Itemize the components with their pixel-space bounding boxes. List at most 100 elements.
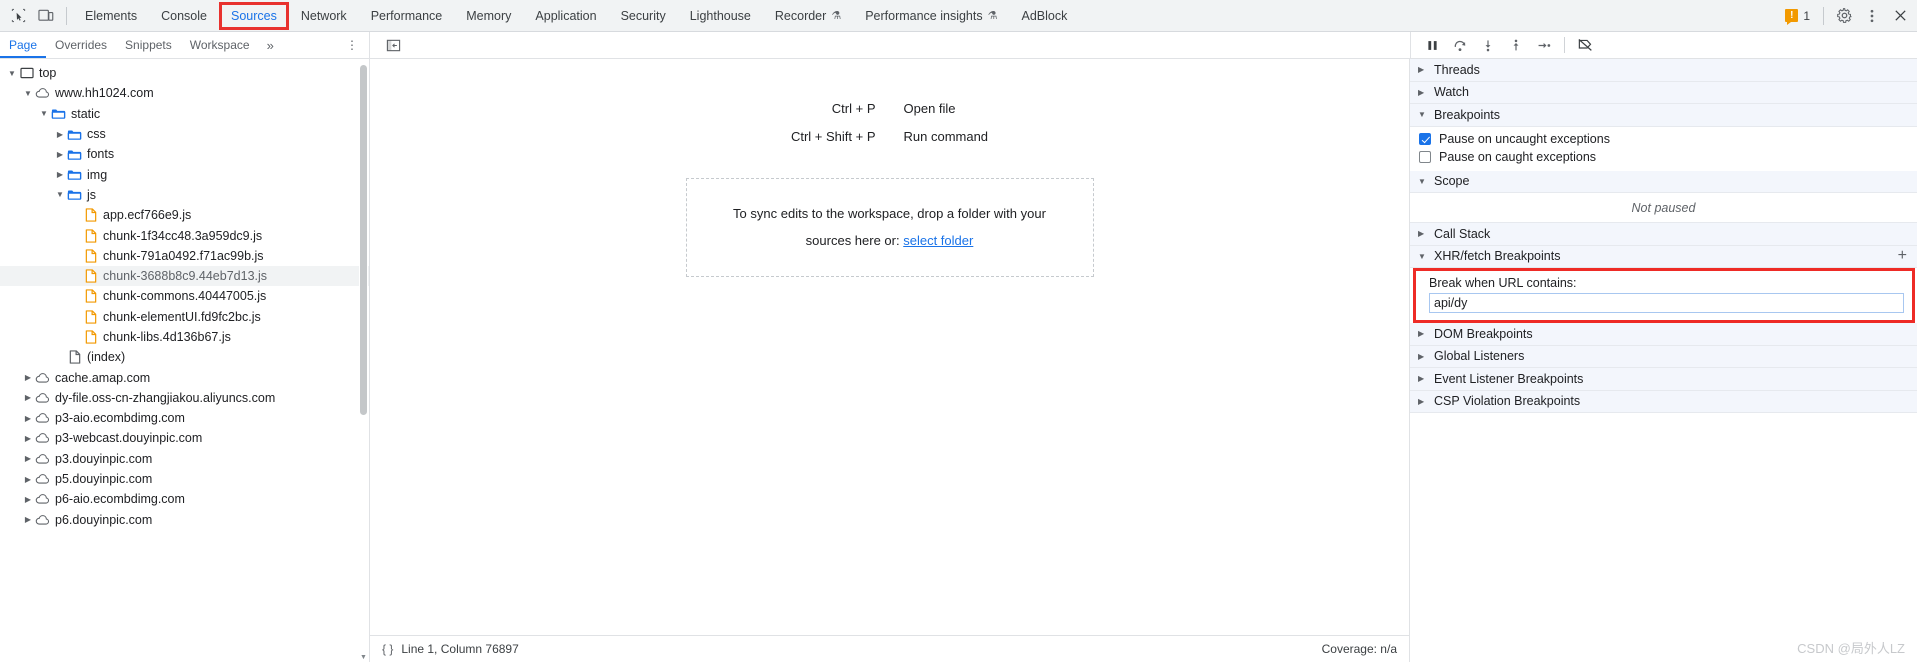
tab-performance-insights[interactable]: Performance insights ⚗ — [853, 0, 1009, 31]
section-csp-violation-breakpoints[interactable]: ▶ CSP Violation Breakpoints — [1410, 390, 1917, 413]
step-over-button[interactable] — [1447, 33, 1473, 57]
tree-item[interactable]: chunk-3688b8c9.44eb7d13.js — [0, 265, 369, 287]
tree-item[interactable]: (index) — [0, 347, 369, 367]
js-file-icon — [82, 330, 99, 344]
pause-on-caught-exceptions-checkbox[interactable] — [1419, 151, 1431, 164]
section-scope[interactable]: ▼ Scope — [1410, 170, 1917, 193]
tree-item[interactable]: ▶ fonts — [0, 144, 369, 164]
tab-sources[interactable]: Sources — [218, 1, 289, 30]
tree-item[interactable]: chunk-elementUI.fd9fc2bc.js — [0, 307, 369, 327]
chevron-right-icon[interactable]: ▶ — [22, 454, 34, 463]
tab-recorder[interactable]: Recorder ⚗ — [763, 0, 853, 31]
kebab-menu-icon[interactable] — [1859, 3, 1885, 29]
tree-item[interactable]: chunk-1f34cc48.3a959dc9.js — [0, 225, 369, 245]
tree-item[interactable]: ▶ p6-aio.ecombdimg.com — [0, 489, 369, 509]
chevron-right-icon[interactable]: ▶ — [22, 393, 34, 402]
step-button[interactable] — [1531, 33, 1557, 57]
tab-security[interactable]: Security — [609, 0, 678, 31]
deactivate-breakpoints-icon[interactable] — [1572, 33, 1598, 57]
chevron-right-icon: ▶ — [1418, 329, 1425, 339]
tree-item[interactable]: ▼ static — [0, 104, 369, 124]
js-file-icon — [82, 289, 99, 304]
more-navigator-tabs-icon[interactable]: » — [259, 38, 282, 53]
chevron-right-icon[interactable]: ▶ — [22, 495, 34, 504]
section-global-listeners[interactable]: ▶ Global Listeners — [1410, 345, 1917, 368]
chevron-down-icon[interactable]: ▼ — [22, 89, 34, 98]
scrollbar-thumb[interactable] — [360, 65, 367, 415]
workspace-dropzone[interactable]: To sync edits to the workspace, drop a f… — [685, 178, 1094, 278]
pause-on-caught-exceptions-row[interactable]: Pause on caught exceptions — [1410, 148, 1917, 167]
warning-count-badge[interactable]: ! 1 — [1779, 9, 1816, 25]
add-xhr-breakpoint-icon[interactable]: + — [1898, 248, 1907, 264]
pause-script-execution-button[interactable] — [1419, 33, 1445, 57]
chevron-right-icon[interactable]: ▶ — [22, 515, 34, 524]
step-out-button[interactable] — [1503, 33, 1529, 57]
tree-item[interactable]: ▶ dy-file.oss-cn-zhangjiakou.aliyuncs.com — [0, 388, 369, 408]
tree-item[interactable]: ▶ p5.douyinpic.com — [0, 469, 369, 489]
show-navigator-icon[interactable] — [380, 33, 406, 57]
chevron-right-icon[interactable]: ▶ — [22, 414, 34, 423]
section-threads[interactable]: ▶ Threads — [1410, 59, 1917, 82]
pretty-print-icon[interactable]: { } — [382, 642, 393, 656]
pause-on-uncaught-exceptions-row[interactable]: Pause on uncaught exceptions — [1410, 130, 1917, 149]
tree-item[interactable]: chunk-libs.4d136b67.js — [0, 327, 369, 347]
tab-label: Sources — [230, 8, 277, 23]
tab-label: Elements — [85, 8, 138, 23]
xhr-url-input[interactable] — [1429, 293, 1904, 313]
step-into-button[interactable] — [1475, 33, 1501, 57]
tree-item[interactable]: ▶ p6.douyinpic.com — [0, 510, 369, 530]
chevron-down-icon[interactable]: ▼ — [6, 69, 18, 78]
inspect-element-icon[interactable] — [4, 3, 32, 29]
tree-item[interactable]: ▼ js — [0, 185, 369, 205]
tab-network[interactable]: Network — [289, 0, 359, 31]
tree-item[interactable]: ▶ p3.douyinpic.com — [0, 449, 369, 469]
section-breakpoints[interactable]: ▼ Breakpoints — [1410, 104, 1917, 127]
chevron-right-icon[interactable]: ▶ — [22, 434, 34, 443]
tree-item[interactable]: ▶ p3-webcast.douyinpic.com — [0, 428, 369, 448]
navigator-tab-snippets[interactable]: Snippets — [116, 32, 181, 58]
navigator-tab-page[interactable]: Page — [0, 32, 46, 58]
cloud-icon — [34, 87, 51, 99]
tab-performance[interactable]: Performance — [359, 0, 455, 31]
chevron-right-icon[interactable]: ▶ — [54, 130, 66, 139]
chevron-right-icon[interactable]: ▶ — [22, 475, 34, 484]
section-event-listener-breakpoints[interactable]: ▶ Event Listener Breakpoints — [1410, 368, 1917, 391]
tab-elements[interactable]: Elements — [73, 0, 149, 31]
tree-item[interactable]: ▶ css — [0, 124, 369, 144]
tree-item[interactable]: chunk-commons.40447005.js — [0, 286, 369, 306]
section-call-stack[interactable]: ▶ Call Stack — [1410, 223, 1917, 246]
chevron-right-icon[interactable]: ▶ — [22, 373, 34, 382]
tree-item[interactable]: app.ecf766e9.js — [0, 205, 369, 225]
navigator-tab-workspace[interactable]: Workspace — [181, 32, 259, 58]
tree-item[interactable]: chunk-791a0492.f71ac99b.js — [0, 246, 369, 266]
pause-on-uncaught-exceptions-label: Pause on uncaught exceptions — [1439, 131, 1610, 146]
tab-memory[interactable]: Memory — [454, 0, 523, 31]
tree-item[interactable]: ▶ img — [0, 164, 369, 184]
tab-console[interactable]: Console — [149, 0, 219, 31]
navigator-options-icon[interactable]: ⋮ — [336, 38, 369, 52]
scrollbar-down-arrow[interactable]: ▼ — [359, 652, 368, 662]
gear-icon[interactable] — [1831, 3, 1857, 29]
dropzone-line-2: sources here or: select folder — [707, 228, 1073, 255]
select-folder-link[interactable]: select folder — [903, 233, 973, 248]
device-toolbar-icon[interactable] — [32, 3, 60, 29]
section-watch[interactable]: ▶ Watch — [1410, 81, 1917, 104]
pause-on-uncaught-exceptions-checkbox[interactable] — [1419, 132, 1431, 145]
section-dom-breakpoints[interactable]: ▶ DOM Breakpoints — [1410, 323, 1917, 346]
tab-lighthouse[interactable]: Lighthouse — [678, 0, 763, 31]
tree-item[interactable]: ▶ p3-aio.ecombdimg.com — [0, 408, 369, 428]
section-xhr-fetch-breakpoints[interactable]: ▼ XHR/fetch Breakpoints + — [1410, 245, 1917, 268]
chevron-down-icon[interactable]: ▼ — [54, 190, 66, 199]
tree-item[interactable]: ▼ www.hh1024.com — [0, 83, 369, 103]
tab-application[interactable]: Application — [523, 0, 608, 31]
chevron-right-icon[interactable]: ▶ — [54, 150, 66, 159]
close-icon[interactable] — [1887, 3, 1913, 29]
tree-item[interactable]: ▼ top — [0, 63, 369, 83]
chevron-right-icon[interactable]: ▶ — [54, 170, 66, 179]
tree-item[interactable]: ▶ cache.amap.com — [0, 367, 369, 387]
tab-adblock[interactable]: AdBlock — [1009, 0, 1079, 31]
tree-scrollbar[interactable]: ▼ — [359, 63, 368, 662]
chevron-down-icon: ▼ — [1418, 110, 1426, 120]
chevron-down-icon[interactable]: ▼ — [38, 109, 50, 118]
navigator-tab-overrides[interactable]: Overrides — [46, 32, 116, 58]
